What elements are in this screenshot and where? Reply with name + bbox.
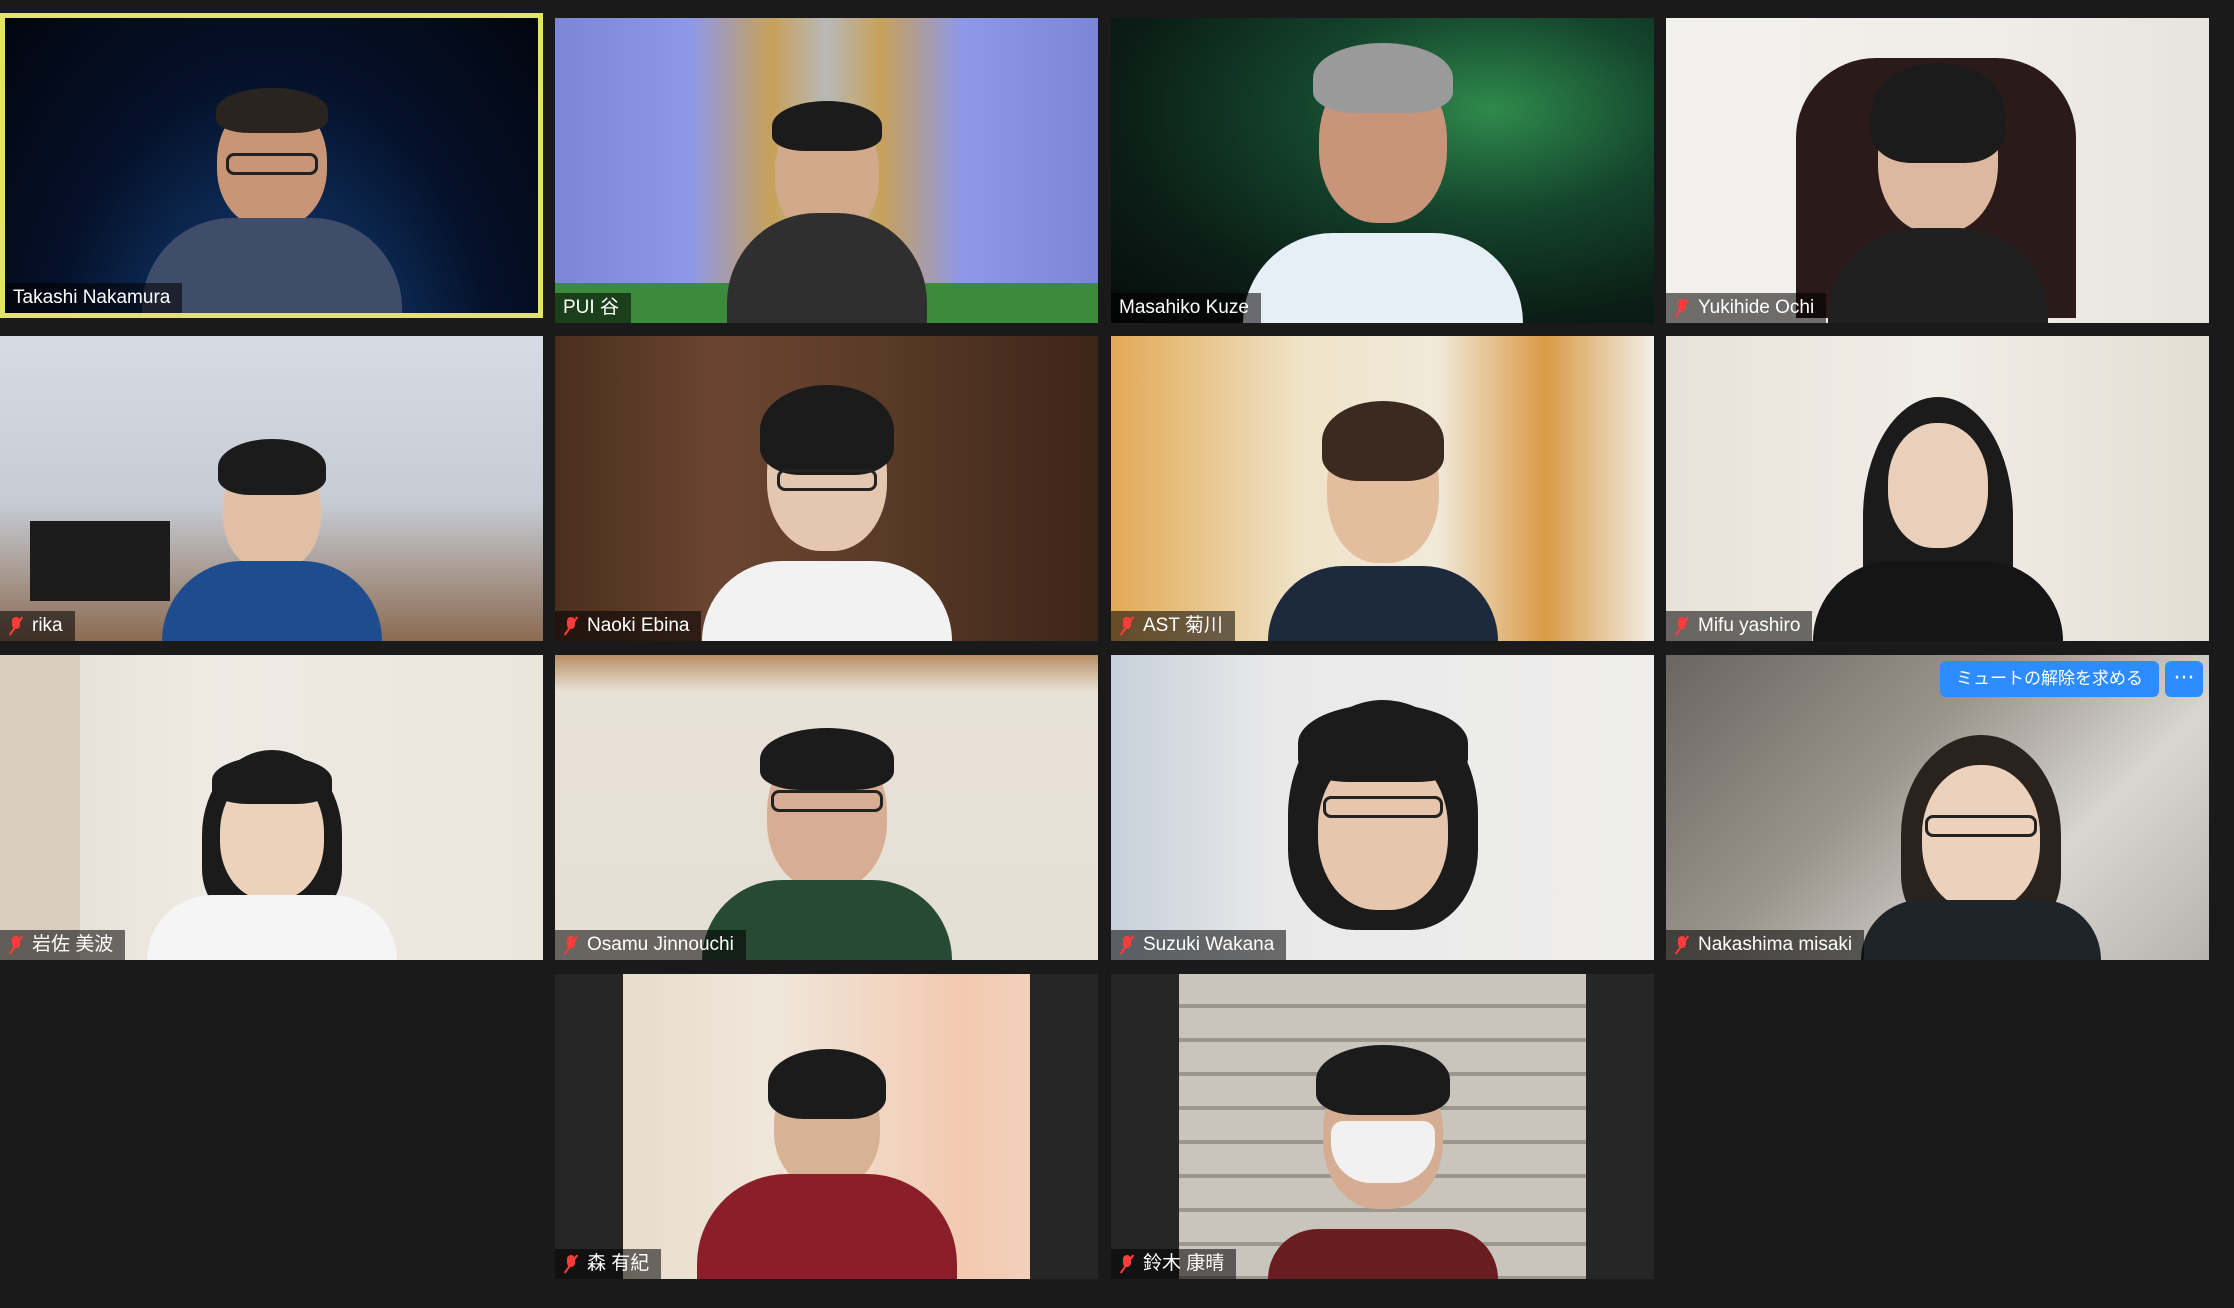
mic-muted-icon [1674, 935, 1690, 955]
participant-nameplate: Mifu yashiro [1666, 611, 1813, 641]
mic-muted-icon [1119, 935, 1135, 955]
participant-nameplate: rika [0, 611, 75, 641]
letterbox-left [1111, 974, 1179, 1279]
mic-muted-icon [8, 616, 24, 636]
mic-muted-icon [1119, 1254, 1135, 1274]
participant-tile[interactable]: 鈴木 康晴 [1111, 974, 1654, 1279]
participant-name: Nakashima misaki [1698, 934, 1853, 955]
participant-video-person [161, 371, 382, 641]
participant-nameplate: 鈴木 康晴 [1111, 1249, 1237, 1279]
participant-name: Yukihide Ochi [1698, 297, 1815, 318]
participant-tile[interactable]: Suzuki Wakana [1111, 655, 1654, 960]
mic-muted-icon [8, 935, 24, 955]
participant-name: Osamu Jinnouchi [587, 934, 734, 955]
participant-video-person [701, 371, 952, 641]
participant-tile[interactable]: rika [0, 336, 543, 641]
ask-to-unmute-button[interactable]: ミュートの解除を求める [1940, 661, 2159, 697]
participant-nameplate: 岩佐 美波 [0, 930, 126, 960]
participant-tile[interactable]: 森 有紀 [555, 974, 1098, 1279]
participant-name: 鈴木 康晴 [1143, 1253, 1225, 1274]
participant-video-person [701, 690, 952, 960]
participant-video-person [141, 43, 402, 313]
participant-video-person [717, 53, 937, 323]
participant-video-person [146, 690, 397, 960]
participant-tile[interactable]: 岩佐 美波 [0, 655, 543, 960]
participant-name: Suzuki Wakana [1143, 934, 1275, 955]
participant-name: Naoki Ebina [587, 615, 690, 636]
participant-name: AST 菊川 [1143, 615, 1223, 636]
participant-nameplate: Takashi Nakamura [5, 283, 183, 313]
participant-name: 森 有紀 [587, 1253, 650, 1274]
letterbox-right [1030, 974, 1098, 1279]
participant-tile[interactable]: Yukihide Ochi [1666, 18, 2209, 323]
participant-name: Masahiko Kuze [1119, 297, 1249, 318]
letterbox-right [1586, 974, 1654, 1279]
mic-muted-icon [1674, 616, 1690, 636]
participant-tile[interactable]: PUI 谷 [555, 18, 1098, 323]
participant-tile[interactable]: Naoki Ebina [555, 336, 1098, 641]
participant-name: Mifu yashiro [1698, 615, 1801, 636]
participant-tile[interactable]: Masahiko Kuze [1111, 18, 1654, 323]
participant-video-person [1827, 53, 2048, 323]
participant-video-person [1812, 371, 2063, 641]
participant-video-person [1267, 371, 1498, 641]
participant-video-person [696, 1009, 957, 1279]
participant-nameplate: PUI 谷 [555, 293, 631, 323]
participant-nameplate: Suzuki Wakana [1111, 930, 1287, 960]
participant-name: Takashi Nakamura [13, 287, 171, 308]
participant-nameplate: Naoki Ebina [555, 611, 702, 641]
participant-nameplate: Masahiko Kuze [1111, 293, 1261, 323]
mic-muted-icon [563, 935, 579, 955]
mic-muted-icon [1119, 616, 1135, 636]
video-gallery: Takashi Nakamura PUI 谷 Masahiko Kuze Yuk… [0, 0, 2234, 1308]
participant-nameplate: 森 有紀 [555, 1249, 662, 1279]
participant-video-person [1258, 670, 1508, 960]
mic-muted-icon [563, 616, 579, 636]
door [0, 655, 80, 960]
participant-tile[interactable]: Mifu yashiro [1666, 336, 2209, 641]
participant-video-person [1267, 1009, 1498, 1279]
participant-nameplate: Nakashima misaki [1666, 930, 1865, 960]
participant-tile[interactable]: Takashi Nakamura [0, 13, 543, 318]
mic-muted-icon [563, 1254, 579, 1274]
participant-video-person [1860, 710, 2101, 960]
mic-muted-icon [1674, 298, 1690, 318]
participant-name: rika [32, 615, 63, 636]
participant-tile[interactable]: Osamu Jinnouchi [555, 655, 1098, 960]
participant-name: PUI 谷 [563, 297, 619, 318]
participant-tile[interactable]: ミュートの解除を求める ··· Nakashima misaki [1666, 655, 2209, 960]
tv [30, 521, 170, 601]
participant-name: 岩佐 美波 [32, 934, 114, 955]
participant-nameplate: Yukihide Ochi [1666, 293, 1827, 323]
letterbox-left [555, 974, 623, 1279]
more-options-button[interactable]: ··· [2165, 661, 2203, 697]
participant-video-person [1242, 23, 1523, 323]
participant-nameplate: AST 菊川 [1111, 611, 1235, 641]
participant-nameplate: Osamu Jinnouchi [555, 930, 746, 960]
unmute-request-bar: ミュートの解除を求める ··· [1940, 661, 2203, 697]
participant-tile[interactable]: AST 菊川 [1111, 336, 1654, 641]
